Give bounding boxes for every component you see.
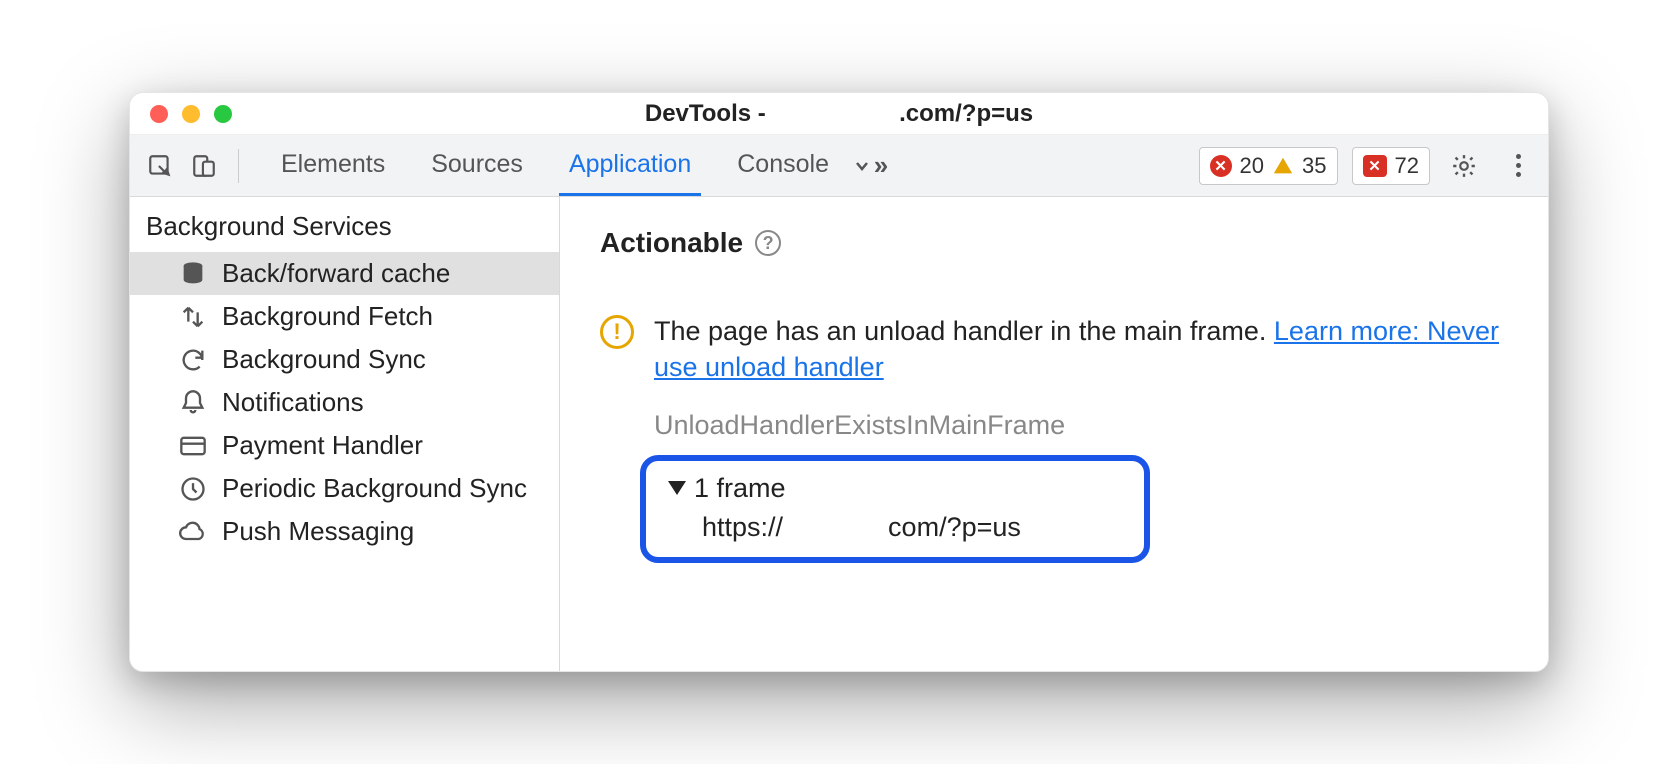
divider — [238, 149, 239, 183]
frames-tree-highlight: 1 frame https:// com/?p=us — [640, 455, 1150, 563]
sidebar-section-heading: Background Services — [130, 203, 559, 252]
clock-icon — [178, 474, 208, 504]
issues-badge[interactable]: ✕ 72 — [1352, 147, 1430, 185]
panel-tabs: Elements Sources Application Console — [271, 135, 839, 196]
warning-icon — [1272, 155, 1294, 177]
frame-url[interactable]: https:// com/?p=us — [668, 512, 1122, 543]
sidebar-item-label: Notifications — [222, 387, 364, 418]
sidebar-item-label: Payment Handler — [222, 430, 423, 461]
issue-text: The page has an unload handler in the ma… — [654, 313, 1508, 386]
cloud-icon — [178, 517, 208, 547]
maximize-window-button[interactable] — [214, 105, 232, 123]
help-icon[interactable]: ? — [755, 230, 781, 256]
close-window-button[interactable] — [150, 105, 168, 123]
issues-count: 72 — [1395, 153, 1419, 179]
traffic-lights — [130, 105, 232, 123]
devtools-toolbar: Elements Sources Application Console » ✕… — [130, 135, 1548, 197]
database-icon — [178, 259, 208, 289]
minimize-window-button[interactable] — [182, 105, 200, 123]
application-sidebar: Background Services Back/forward cache B… — [130, 197, 560, 671]
sidebar-item-payment-handler[interactable]: Payment Handler — [130, 424, 559, 467]
sidebar-item-label: Background Fetch — [222, 301, 433, 332]
bell-icon — [178, 388, 208, 418]
warning-count: 35 — [1302, 153, 1326, 179]
issues-icon: ✕ — [1363, 155, 1387, 177]
inspect-element-icon[interactable] — [140, 146, 180, 186]
toolbar-right: ✕ 20 35 ✕ 72 — [1199, 146, 1538, 186]
sidebar-item-background-sync[interactable]: Background Sync — [130, 338, 559, 381]
device-toolbar-icon[interactable] — [184, 146, 224, 186]
tab-console[interactable]: Console — [727, 135, 839, 196]
error-icon: ✕ — [1210, 155, 1232, 177]
title-prefix: DevTools - — [645, 100, 773, 127]
sidebar-item-label: Back/forward cache — [222, 258, 450, 289]
reason-id: UnloadHandlerExistsInMainFrame — [654, 410, 1508, 441]
sidebar-item-background-fetch[interactable]: Background Fetch — [130, 295, 559, 338]
settings-gear-icon[interactable] — [1444, 146, 1484, 186]
tab-application[interactable]: Application — [559, 135, 701, 196]
sidebar-item-push-messaging[interactable]: Push Messaging — [130, 510, 559, 553]
updown-icon — [178, 302, 208, 332]
sidebar-item-label: Push Messaging — [222, 516, 414, 547]
section-title: Actionable ? — [600, 227, 1508, 259]
more-tabs-icon[interactable]: » — [849, 146, 889, 186]
error-count: 20 — [1240, 153, 1264, 179]
console-status-badge[interactable]: ✕ 20 35 — [1199, 147, 1338, 185]
title-domain: .com/?p=us — [899, 100, 1033, 127]
frames-tree-toggle[interactable]: 1 frame — [668, 473, 1122, 504]
warning-circle-icon: ! — [600, 315, 634, 349]
tab-sources[interactable]: Sources — [421, 135, 533, 196]
bfcache-content: Actionable ? ! The page has an unload ha… — [560, 197, 1548, 671]
section-title-text: Actionable — [600, 227, 743, 259]
frame-count-label: 1 frame — [694, 473, 786, 504]
sidebar-item-notifications[interactable]: Notifications — [130, 381, 559, 424]
window-title: DevTools - .com/?p=us — [130, 100, 1548, 128]
sidebar-item-periodic-sync[interactable]: Periodic Background Sync — [130, 467, 559, 510]
sidebar-item-bfcache[interactable]: Back/forward cache — [130, 252, 559, 295]
devtools-body: Background Services Back/forward cache B… — [130, 197, 1548, 671]
tab-elements[interactable]: Elements — [271, 135, 395, 196]
devtools-window: DevTools - .com/?p=us Elements Sources A… — [129, 92, 1549, 672]
issue-row: ! The page has an unload handler in the … — [600, 313, 1508, 386]
titlebar: DevTools - .com/?p=us — [130, 93, 1548, 135]
triangle-down-icon — [668, 481, 686, 495]
card-icon — [178, 431, 208, 461]
issue-message: The page has an unload handler in the ma… — [654, 316, 1274, 346]
sync-icon — [178, 345, 208, 375]
sidebar-item-label: Periodic Background Sync — [222, 473, 527, 504]
more-options-icon[interactable] — [1498, 146, 1538, 186]
sidebar-item-label: Background Sync — [222, 344, 426, 375]
